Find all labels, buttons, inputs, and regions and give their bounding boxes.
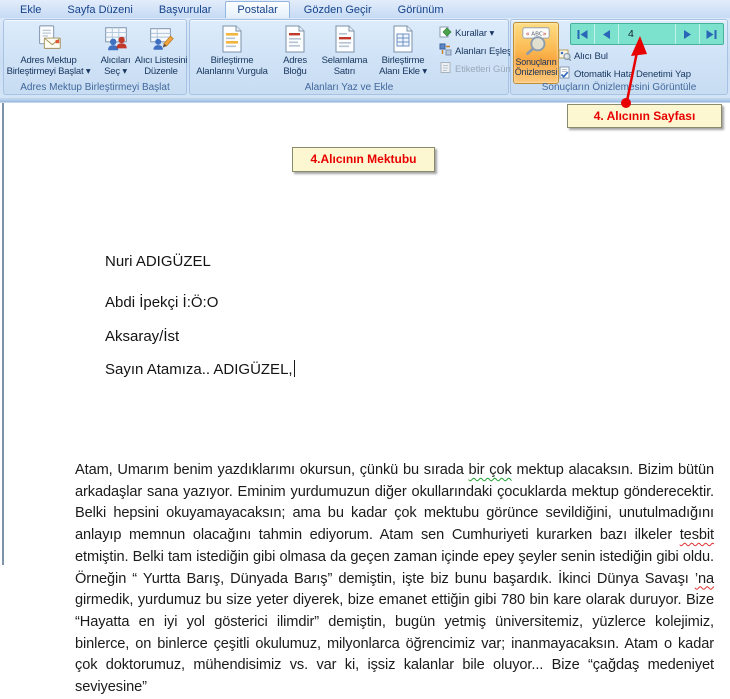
group-start-mail-merge: Adres Mektup Birleştirmeyi Başlat ▾ Alıc…	[3, 19, 187, 95]
spelling-flagged-text: ’na	[694, 570, 714, 587]
recipient-school-line: Abdi İpekçi İ:Ö:O	[105, 294, 219, 311]
update-labels-icon	[439, 61, 452, 77]
preview-results-toggle[interactable]: « ABC » Sonuçların Önizlemesi	[513, 22, 559, 84]
recipient-name-line: Nuri ADIGÜZEL	[105, 253, 211, 270]
ribbon-tab-bar: Ekle Sayfa Düzeni Başvurular Postalar Gö…	[0, 0, 730, 18]
button-label-line: Düzenle	[144, 66, 178, 77]
previous-record-button[interactable]	[595, 24, 619, 44]
page-left-edge	[2, 103, 4, 565]
callout-anchor-dot	[621, 98, 631, 108]
button-label-line: Birleştirme	[381, 55, 425, 66]
body-seg: girmedik, yurdumuz bu size yeter diyerek…	[75, 592, 714, 696]
text-cursor	[293, 360, 295, 377]
salutation-line: Sayın Atamıza.. ADIGÜZEL,	[105, 360, 295, 378]
toggle-label-line: Sonuçların	[515, 57, 557, 67]
start-mail-merge-icon	[34, 23, 64, 55]
svg-text:»: »	[543, 30, 547, 38]
button-label-line: Selamlama	[321, 55, 368, 66]
grammar-flagged-text: bir çok	[468, 462, 512, 478]
highlight-merge-fields-button[interactable]: Birleştirme Alanlarını Vurgula	[190, 22, 274, 77]
group-preview-results: « ABC » Sonuçların Önizlemesi 4 Alıcı Bu…	[510, 19, 728, 95]
find-recipient-label: Alıcı Bul	[574, 50, 608, 62]
tab-gorunum[interactable]: Görünüm	[386, 1, 456, 18]
auto-check-errors-button[interactable]: Otomatik Hata Denetimi Yap	[558, 65, 691, 83]
record-number-field[interactable]: 4	[619, 24, 676, 44]
tab-gozden-gecir[interactable]: Gözden Geçir	[292, 1, 384, 18]
match-fields-icon	[439, 43, 452, 59]
auto-check-errors-icon	[558, 66, 571, 82]
select-recipients-icon	[101, 23, 131, 55]
button-label-line: Seç ▾	[104, 66, 127, 77]
group-caption-preview: Sonuçların Önizlemesini Görüntüle	[541, 82, 697, 93]
tab-basvurular[interactable]: Başvurular	[147, 1, 224, 18]
button-label-line: Alanı Ekle ▾	[379, 66, 427, 77]
tab-ekle[interactable]: Ekle	[8, 1, 53, 18]
page-callout: 4. Alıcının Sayfası	[567, 104, 722, 128]
auto-check-errors-label: Otomatik Hata Denetimi Yap	[574, 68, 691, 80]
start-mail-merge-button[interactable]: Adres Mektup Birleştirmeyi Başlat ▾	[4, 22, 93, 77]
button-label-line: Alıcıları	[100, 55, 131, 66]
address-block-button[interactable]: Adres Bloğu	[274, 22, 316, 77]
body-seg: Atam, Umarım benim yazdıklarımı okursun,…	[75, 462, 469, 478]
edit-recipient-list-icon	[146, 23, 176, 55]
insert-merge-field-button[interactable]: Birleştirme Alanı Ekle ▾	[373, 22, 433, 77]
button-label-line: Adres Mektup	[20, 55, 77, 66]
button-label-line: Alıcı Listesini	[134, 55, 188, 66]
button-label-line: Satırı	[333, 66, 356, 77]
letter-callout: 4.Alıcının Mektubu	[292, 147, 435, 172]
preview-results-icon: « ABC »	[520, 23, 552, 57]
address-block-icon	[282, 23, 308, 55]
find-recipient-button[interactable]: Alıcı Bul	[558, 47, 691, 65]
group-write-insert-fields: Birleştirme Alanlarını Vurgula Adres Blo…	[189, 19, 542, 95]
group-start-buttons: Adres Mektup Birleştirmeyi Başlat ▾ Alıc…	[4, 20, 188, 77]
tab-sayfa-duzeni[interactable]: Sayfa Düzeni	[55, 1, 144, 18]
next-record-button[interactable]	[676, 24, 700, 44]
toggle-label-line: Önizlemesi	[514, 67, 558, 77]
tab-postalar[interactable]: Postalar	[225, 1, 290, 18]
edit-recipient-list-button[interactable]: Alıcı Listesini Düzenle	[134, 22, 188, 77]
button-label-line: Bloğu	[283, 66, 307, 77]
highlight-merge-fields-icon	[219, 23, 245, 55]
ribbon: Adres Mektup Birleştirmeyi Başlat ▾ Alıc…	[0, 18, 730, 98]
group-caption-start: Adres Mektup Birleştirmeyi Başlat	[20, 82, 170, 93]
rules-label: Kurallar ▾	[455, 27, 495, 39]
find-recipient-icon	[558, 48, 572, 64]
rules-icon	[439, 25, 452, 41]
recipient-city-line: Aksaray/İst	[105, 328, 180, 345]
button-label-line: Birleştirme	[210, 55, 254, 66]
svg-text:«: «	[526, 30, 530, 38]
record-navigator: 4	[570, 23, 724, 45]
insert-merge-field-icon	[390, 23, 416, 55]
button-label-line: Birleştirmeyi Başlat ▾	[6, 66, 91, 77]
select-recipients-button[interactable]: Alıcıları Seç ▾	[93, 22, 138, 77]
salutation-text: Sayın Atamıza.. ADIGÜZEL,	[105, 361, 293, 378]
last-record-button[interactable]	[700, 24, 723, 44]
letter-body-paragraph: Atam, Umarım benim yazdıklarımı okursun,…	[75, 460, 714, 699]
record-number-value: 4	[628, 28, 634, 40]
first-record-button[interactable]	[571, 24, 595, 44]
greeting-line-icon	[332, 23, 358, 55]
body-seg: etmiştin. Belki tam istediğin gibi olmas…	[75, 548, 714, 587]
button-label-line: Alanlarını Vurgula	[196, 66, 268, 77]
spelling-flagged-text: tesbit	[679, 527, 714, 544]
greeting-line-button[interactable]: Selamlama Satırı	[316, 22, 373, 77]
button-label-line: Adres	[283, 55, 307, 66]
group-caption-write: Alanları Yaz ve Ekle	[304, 82, 394, 93]
